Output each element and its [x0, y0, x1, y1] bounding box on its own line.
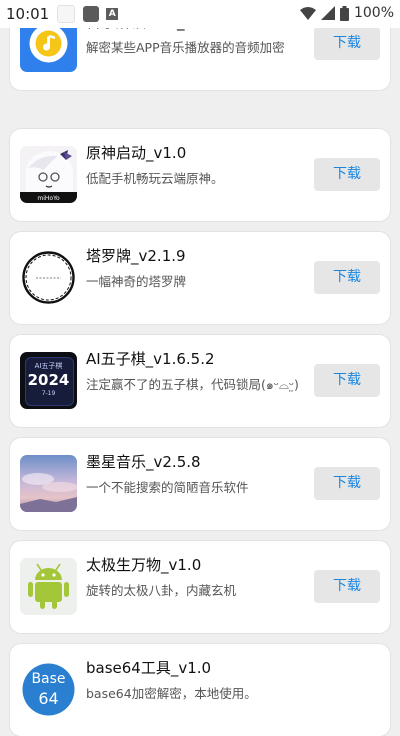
app-description: 低配手机畅玩云端原神。 — [86, 171, 224, 186]
genshin-character-icon: miHoYo — [20, 146, 77, 203]
app-card[interactable]: 太极生万物_v1.0 旋转的太极八卦，内藏玄机 下载 — [10, 541, 390, 633]
app-description: 一幅神奇的塔罗牌 — [86, 274, 187, 289]
android-robot-icon — [20, 558, 77, 615]
app-description: 旋转的太极八卦，内藏玄机 — [86, 583, 237, 598]
status-time: 10:01 — [6, 5, 50, 23]
app-description: base64加密解密，本地使用。 — [86, 686, 257, 701]
ai-gomoku-icon: AI五子棋 2024 7-19 — [20, 352, 77, 409]
app-description: 解密某些APP音乐播放器的音频加密 — [86, 40, 285, 55]
app-card[interactable]: 墨星音乐_v2.5.8 一个不能搜索的简陋音乐软件 下载 — [10, 438, 390, 530]
notification-icon — [57, 5, 76, 23]
wifi-icon — [299, 6, 316, 20]
sky-landscape-icon — [20, 455, 77, 512]
tarot-circle-icon — [20, 249, 77, 306]
icon-year-text: 2024 — [27, 371, 70, 389]
download-button[interactable]: 下载 — [314, 261, 380, 294]
app-card[interactable]: miHoYo 原神启动_v1.0 低配手机畅玩云端原神。 下载 — [10, 129, 390, 221]
app-card[interactable]: 塔罗牌_v2.1.9 一幅神奇的塔罗牌 下载 — [10, 232, 390, 324]
download-button[interactable]: 下载 — [314, 158, 380, 191]
app-title: 太极生万物_v1.0 — [86, 556, 202, 574]
app-description: 一个不能搜索的简陋音乐软件 — [86, 480, 249, 495]
icon-label: miHoYo — [37, 195, 60, 202]
app-title: base64工具_v1.0 — [86, 659, 212, 677]
base64-icon: Base 64 — [20, 661, 77, 718]
icon-date-text: 7-19 — [41, 390, 56, 397]
battery-icon — [339, 5, 349, 21]
download-button[interactable]: 下载 — [314, 27, 380, 60]
notification-icon — [83, 6, 100, 22]
download-button[interactable]: 下载 — [314, 467, 380, 500]
icon-top-text: AI五子棋 — [34, 362, 63, 370]
app-title: 墨星音乐_v2.5.8 — [86, 453, 201, 471]
app-description: 注定赢不了的五子棋，代码锁局(๑ᵕ⌓ᵕ̤) — [86, 377, 299, 392]
notification-a-icon: A — [106, 8, 119, 20]
app-title: 原神启动_v1.0 — [86, 144, 187, 162]
app-title: AI五子棋_v1.6.5.2 — [86, 350, 215, 368]
signal-icon — [320, 6, 335, 20]
icon-text-64: 64 — [38, 689, 59, 708]
app-title: 塔罗牌_v2.1.9 — [86, 247, 186, 265]
app-card[interactable]: AI五子棋 2024 7-19 AI五子棋_v1.6.5.2 注定赢不了的五子棋… — [10, 335, 390, 427]
status-bar: 10:01 A 100% — [0, 0, 400, 28]
app-card[interactable]: Base 64 base64工具_v1.0 base64加密解密，本地使用。 — [10, 644, 390, 736]
battery-percent: 100% — [353, 5, 394, 21]
icon-text-base: Base — [31, 671, 66, 687]
download-button[interactable]: 下载 — [314, 364, 380, 397]
download-button[interactable]: 下载 — [314, 570, 380, 603]
